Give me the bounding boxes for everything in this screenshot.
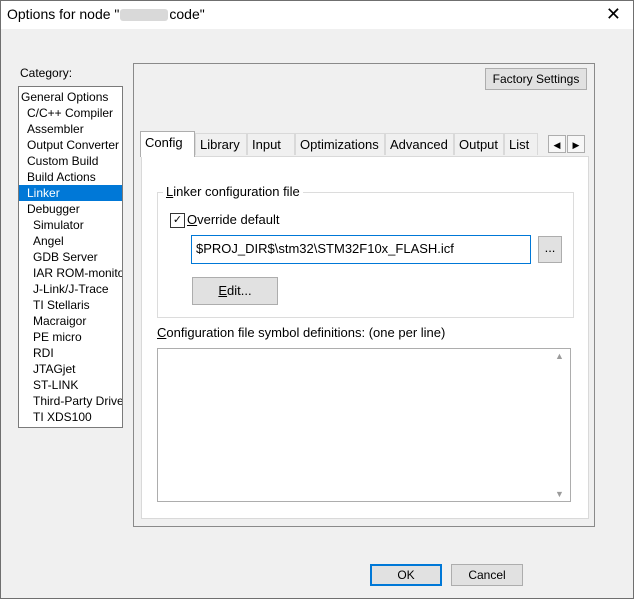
category-item[interactable]: ST-LINK [19,377,122,393]
category-item[interactable]: Angel [19,233,122,249]
symbol-definitions-label: Configuration file symbol definitions: (… [157,325,445,340]
category-item-label: RDI [33,346,54,360]
category-item[interactable]: General Options [19,89,122,105]
category-item-label: GDB Server [33,250,98,264]
category-item-label: General Options [21,90,109,104]
category-item[interactable]: IAR ROM-monitor [19,265,122,281]
category-item-label: Assembler [27,122,84,136]
category-item[interactable]: Custom Build [19,153,122,169]
category-item[interactable]: PE micro [19,329,122,345]
window-title: Options for node " code" [7,6,205,22]
factory-settings-button[interactable]: Factory Settings [485,68,587,90]
category-list[interactable]: General Options C/C++ Compiler Assembler Ou… [18,86,123,428]
category-item[interactable]: Build Actions [19,169,122,185]
config-file-path-input[interactable] [192,236,530,261]
scroll-down-icon[interactable]: ▼ [555,489,564,499]
title-bar: Options for node " code" ✕ [1,1,633,29]
category-item-label: J-Link/J-Trace [33,282,109,296]
category-item-label: Build Actions [27,170,96,184]
config-file-path-field[interactable] [191,235,531,264]
category-item-label: Macraigor [33,314,87,328]
category-item[interactable]: TI XDS100 [19,409,122,425]
category-item-label: Output Converter [27,138,120,152]
symbol-mnemonic: C [157,325,167,340]
category-item[interactable]: J-Link/J-Trace [19,281,122,297]
scroll-up-icon[interactable]: ▲ [555,351,564,361]
symbol-scrollbar[interactable]: ▲ ▼ [555,351,568,499]
group-title-rest: inker configuration file [173,184,300,199]
category-item[interactable]: Assembler [19,121,122,137]
category-item-label: Third-Party Driver [33,394,123,408]
linker-config-group-title: Linker configuration file [163,184,303,199]
tab-scroll-left-icon[interactable]: ◀ [548,135,566,153]
tab-config[interactable]: Config [140,131,195,157]
category-item[interactable]: Simulator [19,217,122,233]
symbol-rest: onfiguration file symbol definitions: (o… [166,325,446,340]
category-item-label: TI Stellaris [33,298,90,312]
edit-button[interactable]: Edit... [192,277,278,305]
override-rest: verride default [197,212,280,227]
category-item[interactable]: Linker [19,185,122,201]
category-item-label: Angel [33,234,64,248]
tab-output[interactable]: Output [454,133,504,155]
category-item[interactable]: Macraigor [19,313,122,329]
category-item-label: TI XDS100 [33,410,92,424]
title-prefix: Options for node " [7,6,120,22]
symbol-definitions-textarea[interactable] [158,349,557,501]
browse-button[interactable]: ... [538,236,562,263]
category-item-label: Debugger [27,202,80,216]
category-item-label: IAR ROM-monitor [33,266,123,280]
checkmark-icon: ✓ [172,214,183,226]
override-default-label[interactable]: Override default [187,212,280,227]
redacted-node-name [120,9,169,22]
ok-button[interactable]: OK [370,564,442,586]
category-item[interactable]: Output Converter [19,137,122,153]
edit-rest: dit... [227,283,252,298]
edit-mnemonic: E [218,283,228,298]
category-item[interactable]: GDB Server [19,249,122,265]
category-label: Category: [20,66,73,80]
category-item-label: C/C++ Compiler [27,106,114,120]
tab-scroll-right-icon[interactable]: ▶ [567,135,585,153]
category-item-label: Linker [27,186,60,200]
category-item[interactable]: JTAGjet [19,361,122,377]
symbol-definitions-box[interactable]: ▲ ▼ [157,348,571,502]
category-item[interactable]: C/C++ Compiler [19,105,122,121]
tab-optimizations[interactable]: Optimizations [295,133,385,155]
cancel-button[interactable]: Cancel [451,564,523,586]
category-item[interactable]: Debugger [19,201,122,217]
category-item-label: ST-LINK [33,378,79,392]
close-icon[interactable]: ✕ [606,4,621,24]
title-suffix: code" [169,6,205,22]
category-item-label: Custom Build [27,154,99,168]
tab-input[interactable]: Input [247,133,295,155]
override-default-checkbox[interactable]: ✓ [170,213,185,228]
category-item[interactable]: RDI [19,345,122,361]
category-item-label: JTAGjet [33,362,76,376]
tab-list[interactable]: List [504,133,538,155]
category-item[interactable]: TI Stellaris [19,297,122,313]
override-mnemonic: O [187,212,198,227]
category-item-label: Simulator [33,218,84,232]
tab-library[interactable]: Library [195,133,247,155]
category-item[interactable]: Third-Party Driver [19,393,122,409]
tab-advanced[interactable]: Advanced [385,133,454,155]
category-item-label: PE micro [33,330,82,344]
